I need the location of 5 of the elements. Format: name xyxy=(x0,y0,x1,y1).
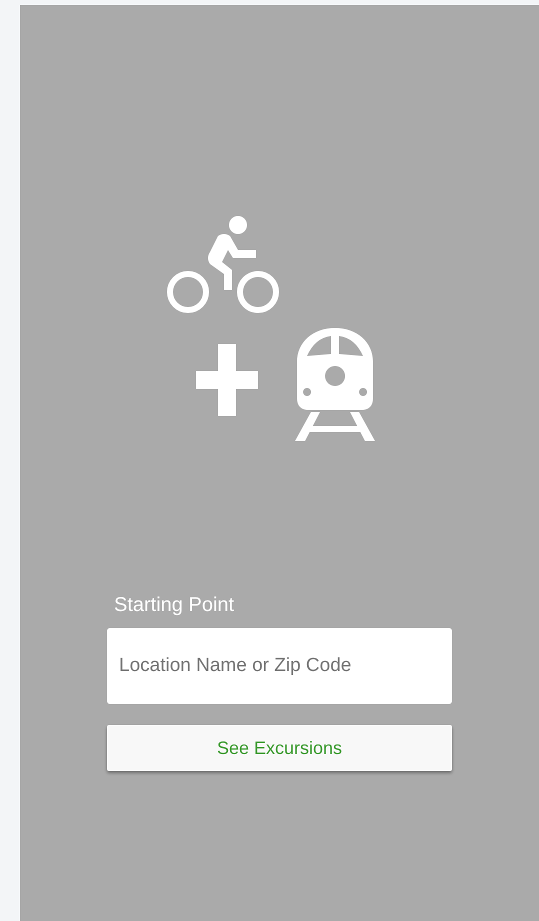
field-label: Starting Point xyxy=(114,593,236,617)
plus-icon xyxy=(196,344,258,416)
location-field[interactable]: Location Name or Zip Code xyxy=(107,628,452,704)
train-icon xyxy=(293,328,377,441)
see-excursions-button[interactable]: See Excursions xyxy=(107,725,452,771)
